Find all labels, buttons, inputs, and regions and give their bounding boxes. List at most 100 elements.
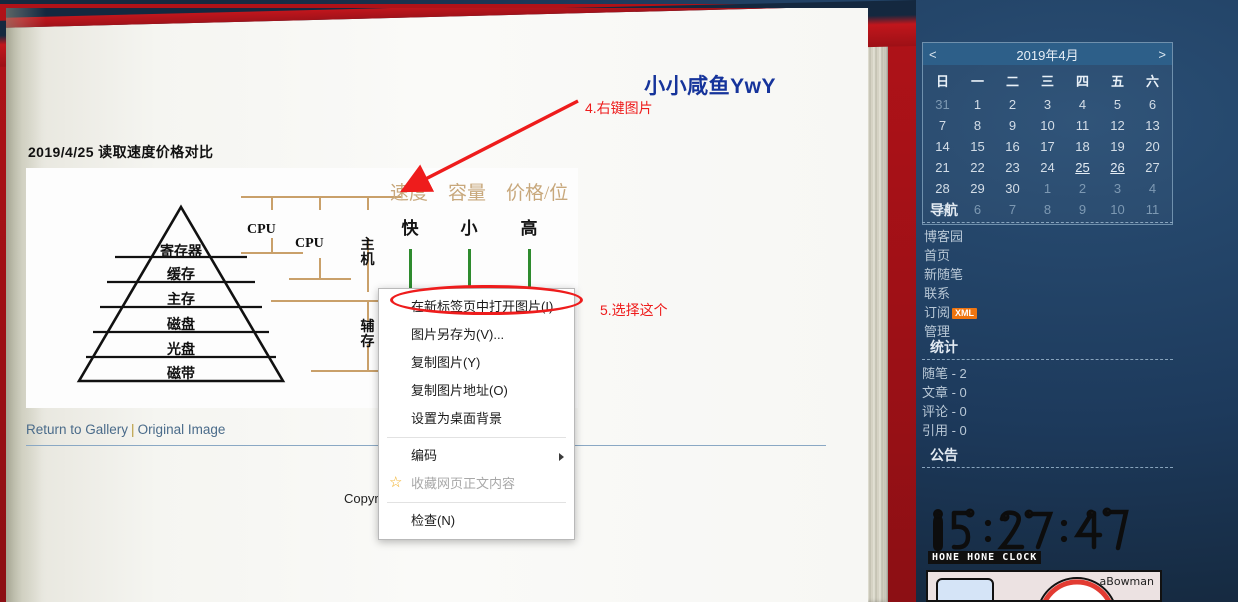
aux-label: 辅存 — [360, 320, 375, 350]
calendar-day[interactable]: 30 — [995, 178, 1030, 199]
calendar-day[interactable]: 20 — [1135, 136, 1170, 157]
calendar-title: 2019年4月 — [1016, 47, 1079, 63]
context-menu-label: 复制图片地址(O) — [411, 383, 508, 398]
calendar-day[interactable]: 3 — [1030, 94, 1065, 115]
notice-widget-title: 公告 — [922, 445, 1173, 468]
copyright-text: Copyr — [344, 491, 379, 506]
abowman-widget[interactable]: aBowman — [926, 570, 1162, 602]
calendar-day[interactable]: 31 — [925, 94, 960, 115]
calendar-day[interactable]: 22 — [960, 157, 995, 178]
calendar-day[interactable]: 7 — [925, 115, 960, 136]
calendar-day[interactable]: 5 — [1100, 94, 1135, 115]
context-menu[interactable]: 在新标签页中打开图片(I) 图片另存为(V)... 复制图片(Y) 复制图片地址… — [378, 288, 575, 540]
context-menu-item-save-image-as[interactable]: 图片另存为(V)... — [379, 321, 574, 349]
calendar-day[interactable]: 16 — [995, 136, 1030, 157]
nav-widget-title: 导航 — [922, 200, 1173, 223]
stats-widget: 统计 随笔 - 2 文章 - 0 评论 - 0 引用 - 0 — [922, 337, 1173, 440]
links-separator: | — [131, 422, 135, 437]
calendar-prev-button[interactable]: < — [929, 47, 937, 62]
calendar-day[interactable]: 3 — [1100, 178, 1135, 199]
context-menu-label: 复制图片(Y) — [411, 355, 481, 370]
calendar-day[interactable]: 21 — [925, 157, 960, 178]
column-head-price: 价格/位 — [506, 183, 569, 204]
nav-widget: 导航 博客园 首页 新随笔 联系 订阅 XML 管理 — [922, 200, 1173, 341]
stat-articles: 文章 - 0 — [922, 385, 967, 400]
calendar-day[interactable]: 4 — [1065, 94, 1100, 115]
calendar-day[interactable]: 17 — [1030, 136, 1065, 157]
desktop-background: 小小咸鱼YwY 2019/4/25 读取速度价格对比 寄存器 缓存 主存 磁盘 … — [0, 0, 1238, 602]
calendar-day[interactable]: 1 — [960, 94, 995, 115]
cpu-label-2: CPU — [295, 236, 324, 251]
context-menu-label: 编码 — [411, 448, 438, 463]
calendar-widget[interactable]: < 2019年4月 > 日 一 二 三 四 五 六 31 1 2 3 4 5 6… — [922, 42, 1173, 225]
calendar-day[interactable]: 27 — [1135, 157, 1170, 178]
calendar-day[interactable]: 26 — [1100, 157, 1135, 178]
calendar-day[interactable]: 11 — [1065, 115, 1100, 136]
sidebar-item-subscribe[interactable]: 订阅 XML — [922, 303, 1173, 322]
context-menu-separator-1 — [387, 437, 566, 438]
column-value-speed: 快 — [401, 219, 419, 238]
calendar-day[interactable]: 6 — [1135, 94, 1170, 115]
calendar-dow-2: 二 — [1005, 74, 1019, 89]
calendar-day[interactable]: 14 — [925, 136, 960, 157]
original-image-link[interactable]: Original Image — [138, 422, 226, 437]
post-title: 2019/4/25 读取速度价格对比 — [28, 144, 214, 160]
calendar-day[interactable]: 25 — [1065, 157, 1100, 178]
context-menu-label: 设置为桌面背景 — [411, 411, 503, 426]
context-menu-item-encoding[interactable]: 编码 — [379, 442, 574, 470]
calendar-day[interactable]: 13 — [1135, 115, 1170, 136]
sidebar-item-new-post[interactable]: 新随笔 — [922, 265, 1173, 284]
context-menu-item-set-as-wallpaper[interactable]: 设置为桌面背景 — [379, 405, 574, 433]
calendar-day[interactable]: 2 — [1065, 178, 1100, 199]
column-head-capacity: 容量 — [448, 183, 487, 204]
calendar-day[interactable]: 19 — [1100, 136, 1135, 157]
context-menu-item-copy-image[interactable]: 复制图片(Y) — [379, 349, 574, 377]
context-menu-item-inspect[interactable]: 检查(N) — [379, 507, 574, 535]
return-to-gallery-link[interactable]: Return to Gallery — [26, 422, 128, 437]
calendar-day[interactable]: 12 — [1100, 115, 1135, 136]
sidebar-item-contact[interactable]: 联系 — [922, 284, 1173, 303]
calendar-day[interactable]: 8 — [960, 115, 995, 136]
sidebar-item-home[interactable]: 首页 — [922, 246, 1173, 265]
column-value-price: 高 — [520, 219, 538, 238]
calendar-header: < 2019年4月 > — [923, 43, 1172, 65]
calendar-day[interactable]: 4 — [1135, 178, 1170, 199]
stat-trackbacks: 引用 - 0 — [922, 423, 967, 438]
calendar-dow-5: 五 — [1110, 74, 1124, 89]
abowman-brand: aBowman — [1099, 575, 1154, 588]
calendar-day[interactable]: 9 — [995, 115, 1030, 136]
calendar-next-button[interactable]: > — [1158, 47, 1166, 62]
blog-title: 小小咸鱼YwY — [644, 75, 776, 98]
calendar-day[interactable]: 15 — [960, 136, 995, 157]
hone-hone-clock-label: HONE HONE CLOCK — [928, 551, 1042, 564]
sidebar-item-cnblogs[interactable]: 博客园 — [922, 227, 1173, 246]
calendar-dow-4: 四 — [1075, 74, 1089, 89]
stat-posts: 随笔 - 2 — [922, 366, 967, 381]
calendar-day[interactable]: 18 — [1065, 136, 1100, 157]
blog-sidebar: < 2019年4月 > 日 一 二 三 四 五 六 31 1 2 3 4 5 6… — [918, 0, 1238, 602]
image-links: Return to Gallery | Original Image — [26, 422, 225, 437]
column-head-speed: 速度 — [390, 183, 429, 204]
calendar-day[interactable]: 10 — [1030, 115, 1065, 136]
sidebar-item-label: 订阅 — [924, 305, 951, 320]
calendar-dow-0: 日 — [935, 74, 949, 89]
calendar-day[interactable]: 24 — [1030, 157, 1065, 178]
annotation-step-5: 5.选择这个 — [600, 302, 668, 318]
calendar-day[interactable]: 28 — [925, 178, 960, 199]
context-menu-item-open-image-new-tab[interactable]: 在新标签页中打开图片(I) — [379, 293, 574, 321]
context-menu-label: 图片另存为(V)... — [411, 327, 505, 342]
calendar-day[interactable]: 29 — [960, 178, 995, 199]
hone-hone-clock-digits — [933, 507, 1129, 551]
context-menu-item-copy-image-address[interactable]: 复制图片地址(O) — [379, 377, 574, 405]
chevron-right-icon — [559, 453, 564, 461]
annotation-step-4: 4.右键图片 — [585, 100, 653, 116]
calendar-dow-3: 三 — [1040, 74, 1054, 89]
notice-widget: 公告 — [922, 445, 1173, 472]
calendar-day[interactable]: 1 — [1030, 178, 1065, 199]
context-menu-label: 检查(N) — [411, 513, 456, 528]
calendar-day[interactable]: 2 — [995, 94, 1030, 115]
host-label: 主机 — [360, 238, 375, 268]
calendar-day[interactable]: 23 — [995, 157, 1030, 178]
hone-hone-clock-widget[interactable]: HONE HONE CLOCK — [928, 505, 1168, 565]
calendar-dow-6: 六 — [1145, 74, 1159, 89]
